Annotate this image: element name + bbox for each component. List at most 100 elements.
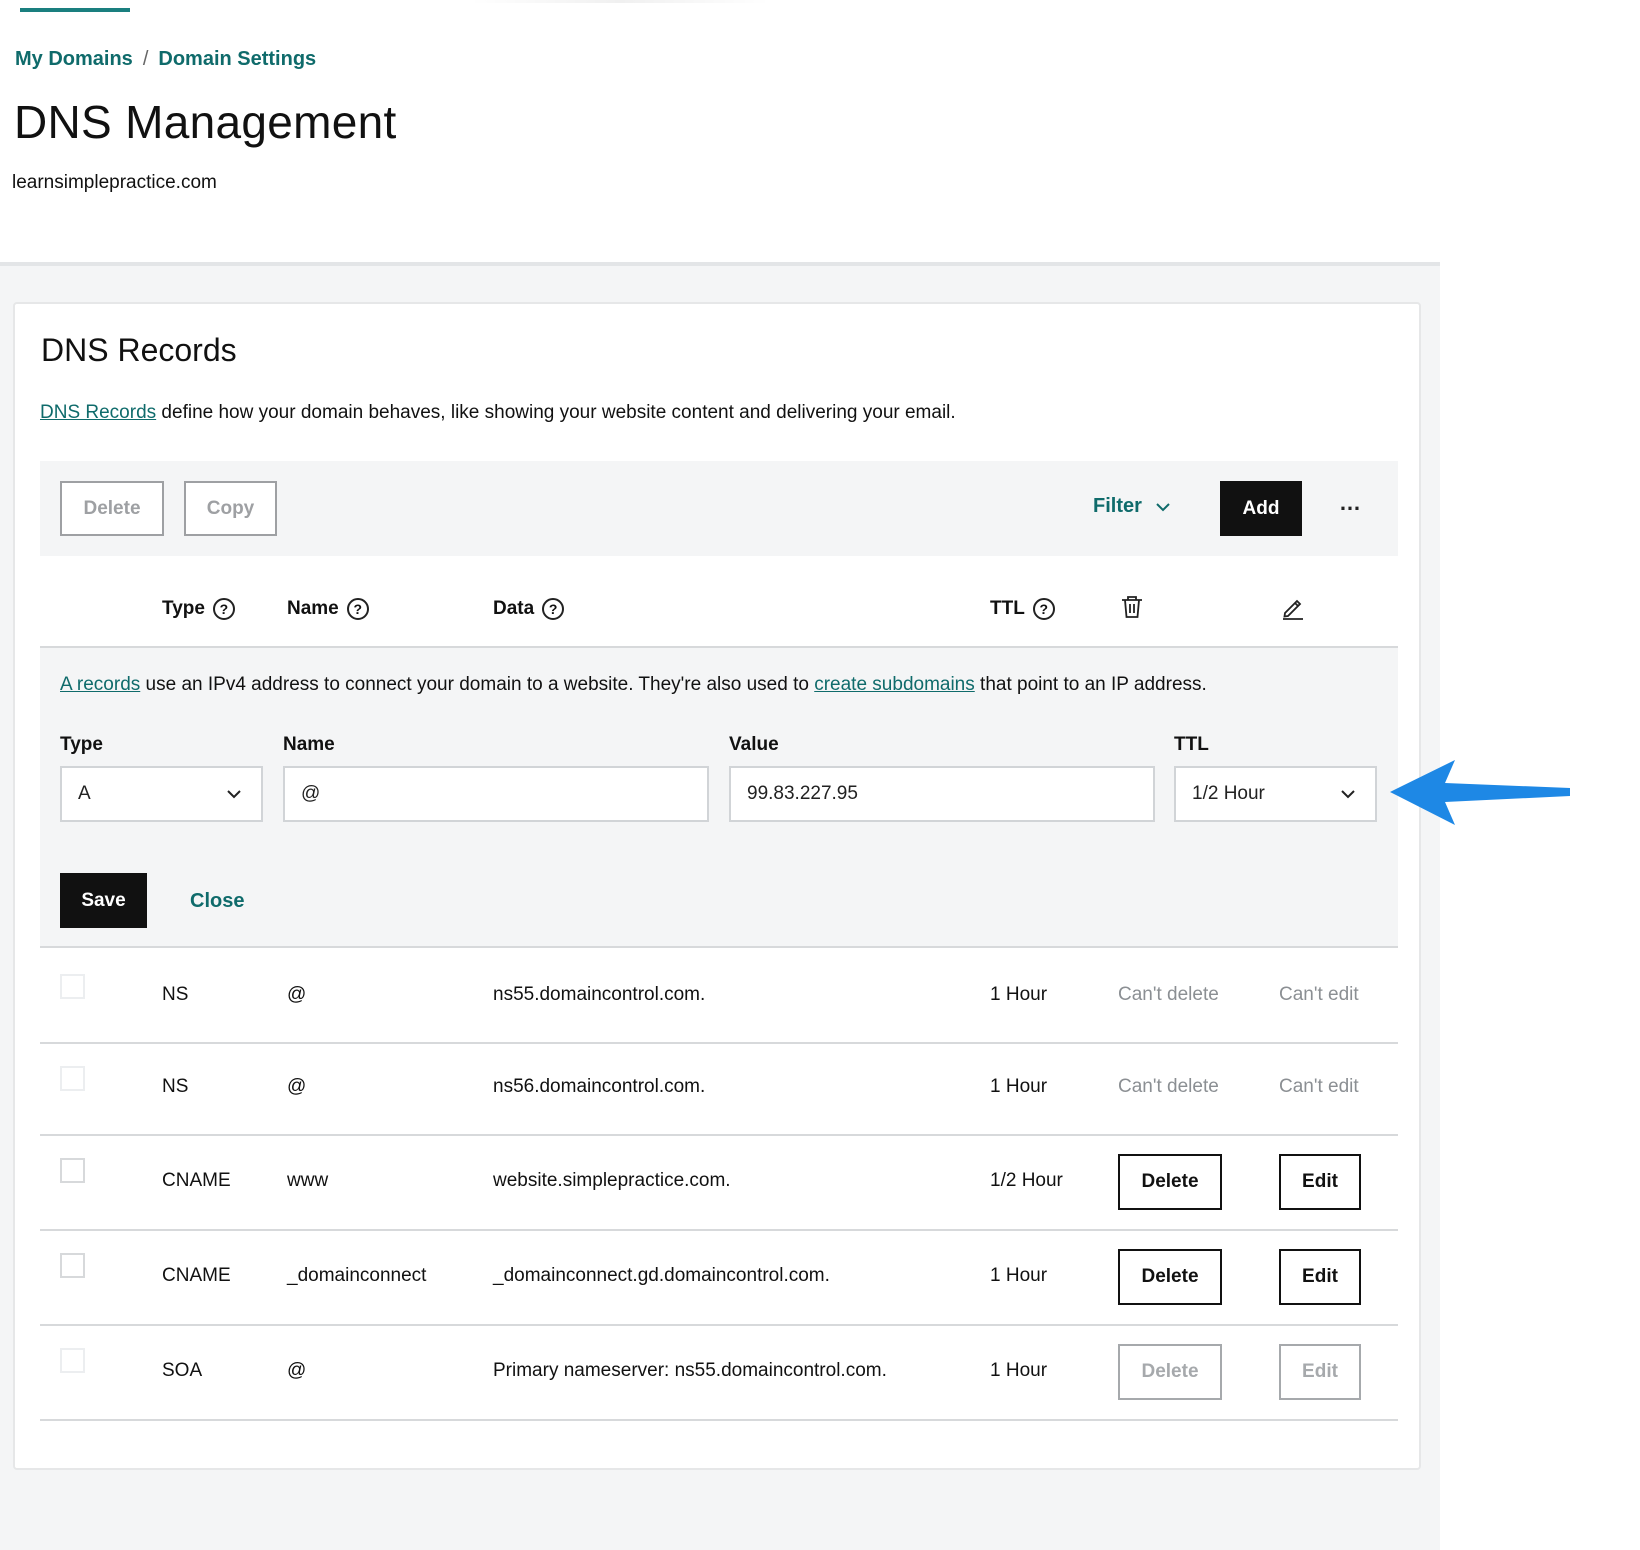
type-select[interactable]: A [60,766,263,822]
dns-management-page: My Domains / Domain Settings DNS Managem… [0,0,1640,1550]
ttl-select[interactable]: 1/2 Hour [1174,766,1377,822]
help-icon[interactable]: ? [346,598,369,620]
table-row: NS @ ns56.domaincontrol.com. 1 Hour Can'… [40,1042,1398,1136]
breadcrumb-domain-settings[interactable]: Domain Settings [158,48,316,71]
dns-records-card: DNS Records DNS Records define how your … [13,302,1421,1470]
breadcrumb-my-domains[interactable]: My Domains [15,48,133,71]
active-tab-indicator [20,8,130,12]
edit-record-panel: A records use an IPv4 address to connect… [40,648,1398,948]
a-record-description-end: that point to an IP address. [974,674,1207,695]
dns-records-link[interactable]: DNS Records [40,402,156,423]
more-options-icon[interactable]: … [1336,489,1364,517]
record-data: ns56.domaincontrol.com. [493,1076,706,1097]
row-edit-button[interactable]: Edit [1279,1154,1361,1210]
name-input-value: @ [301,783,321,804]
column-ttl: TTL ? [990,598,1055,620]
domain-name: learnsimplepractice.com [12,172,217,193]
help-icon[interactable]: ? [542,598,565,620]
save-button[interactable]: Save [60,873,147,928]
record-ttl: 1/2 Hour [990,1170,1063,1191]
page-title: DNS Management [14,96,397,148]
table-row: CNAME _domainconnect _domainconnect.gd.d… [40,1229,1398,1326]
a-records-link[interactable]: A records [60,674,140,695]
card-description-text: define how your domain behaves, like sho… [156,402,956,423]
column-data-label: Data [493,598,535,619]
card-description: DNS Records define how your domain behav… [40,402,956,424]
column-type: Type ? [162,598,235,620]
bulk-copy-button[interactable]: Copy [184,481,277,536]
row-checkbox[interactable] [60,1253,85,1278]
record-ttl: 1 Hour [990,1265,1048,1286]
cant-edit-text: Can't edit [1279,984,1359,1005]
record-name: @ [287,1076,307,1097]
record-name: @ [287,1360,307,1381]
column-data: Data ? [493,598,565,620]
record-type: SOA [162,1360,203,1381]
record-data: ns55.domaincontrol.com. [493,984,706,1005]
record-name: @ [287,984,307,1005]
record-name: _domainconnect [287,1265,427,1286]
cant-delete-text: Can't delete [1118,1076,1219,1097]
records-table-header: Type ? Name ? Data ? TTL ? [40,568,1398,648]
value-label: Value [729,734,779,755]
record-type: NS [162,984,189,1005]
row-checkbox [60,1066,85,1091]
a-record-description-text: use an IPv4 address to connect your doma… [140,674,815,695]
row-checkbox [60,1348,85,1373]
row-delete-button[interactable]: Delete [1118,1249,1222,1305]
cant-edit-text: Can't edit [1279,1076,1359,1097]
column-type-label: Type [162,598,205,619]
row-checkbox [60,974,85,999]
breadcrumb-separator: / [142,48,149,70]
card-title: DNS Records [41,332,237,368]
record-type: NS [162,1076,189,1097]
record-name: www [287,1170,329,1191]
breadcrumb: My Domains / Domain Settings [15,48,316,71]
record-ttl: 1 Hour [990,1360,1048,1381]
type-label: Type [60,734,103,755]
row-edit-button-disabled: Edit [1279,1344,1361,1400]
arrow-left-icon [1390,760,1570,825]
value-input[interactable]: 99.83.227.95 [729,766,1155,822]
record-ttl: 1 Hour [990,984,1048,1005]
record-data: website.simplepractice.com. [493,1170,731,1191]
help-icon[interactable]: ? [212,598,235,620]
row-checkbox[interactable] [60,1158,85,1183]
header-shadow [470,0,770,3]
chevron-down-icon [1341,790,1355,799]
close-button[interactable]: Close [190,890,244,913]
chevron-down-icon [1156,502,1170,511]
column-name: Name ? [287,598,369,620]
table-row: CNAME www website.simplepractice.com. 1/… [40,1134,1398,1231]
filter-label: Filter [1093,495,1142,517]
trash-icon [1122,596,1142,618]
a-record-description: A records use an IPv4 address to connect… [60,674,1207,696]
value-input-value: 99.83.227.95 [747,783,858,804]
type-select-value: A [78,783,91,804]
column-ttl-label: TTL [990,598,1025,619]
table-row: SOA @ Primary nameserver: ns55.domaincon… [40,1324,1398,1421]
records-toolbar: Delete Copy Filter Add … [40,461,1398,556]
row-edit-button[interactable]: Edit [1279,1249,1361,1305]
help-icon[interactable]: ? [1032,598,1055,620]
record-type: CNAME [162,1170,231,1191]
cant-delete-text: Can't delete [1118,984,1219,1005]
chevron-down-icon [227,790,241,799]
record-data: _domainconnect.gd.domaincontrol.com. [493,1265,830,1286]
filter-button[interactable]: Filter [1093,495,1172,518]
row-delete-button-disabled: Delete [1118,1344,1222,1400]
add-record-button[interactable]: Add [1220,481,1302,536]
row-delete-button[interactable]: Delete [1118,1154,1222,1210]
record-type: CNAME [162,1265,231,1286]
pencil-icon [1283,599,1303,620]
bulk-delete-button[interactable]: Delete [60,481,164,536]
ttl-select-value: 1/2 Hour [1192,783,1265,804]
record-data: Primary nameserver: ns55.domaincontrol.c… [493,1360,887,1381]
table-row: NS @ ns55.domaincontrol.com. 1 Hour Can'… [40,950,1398,1044]
record-ttl: 1 Hour [990,1076,1048,1097]
name-label: Name [283,734,335,755]
name-input[interactable]: @ [283,766,709,822]
column-name-label: Name [287,598,339,619]
create-subdomains-link[interactable]: create subdomains [814,674,975,695]
ttl-label: TTL [1174,734,1209,755]
